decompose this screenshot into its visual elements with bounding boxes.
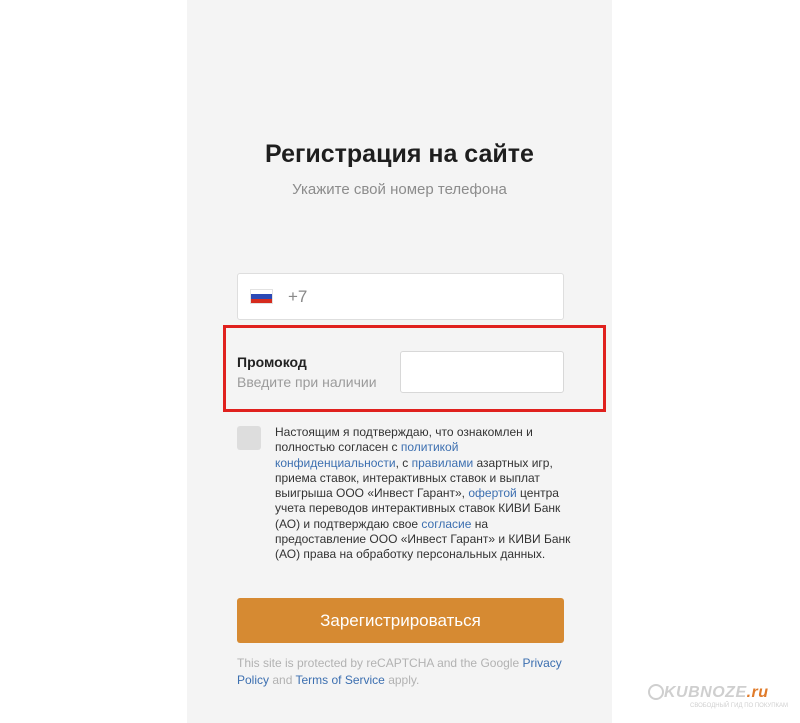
recaptcha-text-part: This site is protected by reCAPTCHA and … (237, 656, 523, 670)
promo-hint: Введите при наличии (237, 374, 377, 390)
recaptcha-notice: This site is protected by reCAPTCHA and … (237, 655, 577, 689)
watermark-logo-icon (648, 684, 664, 700)
phone-input[interactable] (288, 286, 548, 307)
watermark-subtitle: СВОБОДНЫЙ ГИД ПО ПОКУПКАМ (690, 703, 788, 709)
consent-link[interactable]: согласие (421, 517, 471, 531)
google-terms-link[interactable]: Terms of Service (296, 673, 385, 687)
page-title: Регистрация на сайте (265, 140, 534, 168)
offer-link[interactable]: офертой (468, 486, 516, 500)
recaptcha-text-part: apply. (384, 673, 420, 687)
russia-flag-icon (251, 290, 272, 303)
consent-checkbox[interactable] (237, 426, 261, 450)
recaptcha-text-part: and (269, 673, 296, 687)
rules-link[interactable]: правилами (412, 456, 474, 470)
watermark: KUBNOZE.ru (664, 684, 769, 702)
consent-text-part: , с (395, 455, 412, 470)
promo-code-input[interactable] (400, 351, 564, 393)
page-subtitle: Укажите свой номер телефона (292, 181, 507, 198)
phone-field[interactable] (237, 273, 564, 320)
promo-label: Промокод (237, 354, 307, 370)
watermark-tld: .ru (746, 684, 769, 701)
register-button[interactable]: Зарегистрироваться (237, 598, 564, 643)
consent-text: Настоящим я подтверждаю, что ознакомлен … (275, 425, 575, 563)
watermark-name: KUBNOZE (664, 684, 747, 701)
